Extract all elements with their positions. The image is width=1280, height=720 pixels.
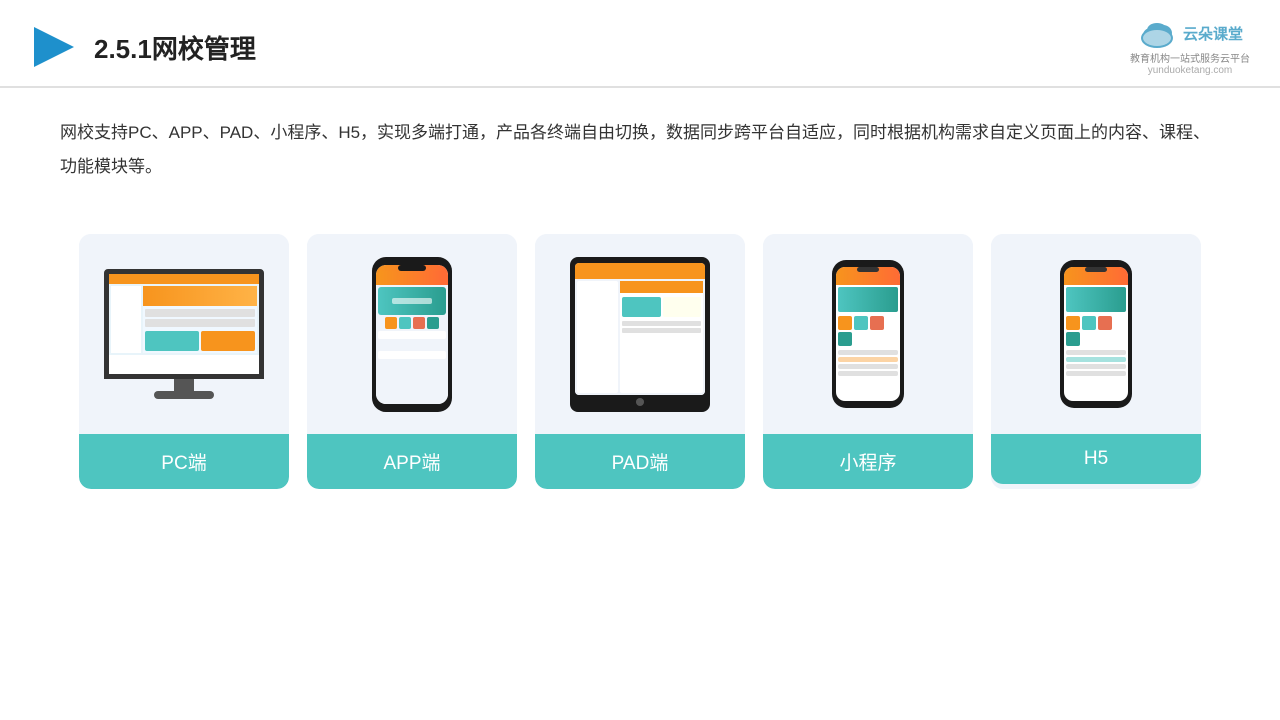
monitor-screen — [104, 269, 264, 379]
phone-body — [372, 257, 452, 412]
logo-name: 云朵课堂 — [1183, 23, 1243, 44]
page-header: 2.5.1网校管理 云朵课堂 教育机构一站式服务云平台 yunduoketang… — [0, 0, 1280, 88]
header-left: 2.5.1网校管理 — [30, 23, 256, 71]
miniprogram-image-area — [763, 234, 973, 434]
logo-tagline: 教育机构一站式服务云平台 — [1130, 50, 1250, 65]
mini-phone-device — [832, 260, 904, 408]
monitor-device — [104, 269, 264, 399]
miniprogram-label: 小程序 — [763, 434, 973, 489]
tablet-screen — [575, 263, 705, 396]
mini-phone-body — [832, 260, 904, 408]
h5-image-area — [991, 234, 1201, 434]
page-title: 2.5.1网校管理 — [94, 29, 256, 66]
play-icon — [30, 23, 78, 71]
phone-notch — [398, 265, 426, 271]
cloud-logo-icon — [1137, 18, 1177, 48]
mini-phone-notch — [857, 267, 879, 272]
app-label: APP端 — [307, 434, 517, 489]
logo-domain: yunduoketang.com — [1148, 65, 1233, 76]
pc-label: PC端 — [79, 434, 289, 489]
h5-phone-body — [1060, 260, 1132, 408]
description-text: 网校支持PC、APP、PAD、小程序、H5，实现多端打通，产品各终端自由切换，数… — [0, 88, 1280, 194]
pc-image-area — [79, 234, 289, 434]
h5-phone-device — [1060, 260, 1132, 408]
h5-label: H5 — [991, 434, 1201, 484]
h5-phone-screen — [1064, 267, 1128, 401]
phone-screen — [376, 265, 448, 404]
h5-card: H5 — [991, 234, 1201, 489]
cards-container: PC端 — [0, 204, 1280, 489]
description-content: 网校支持PC、APP、PAD、小程序、H5，实现多端打通，产品各终端自由切换，数… — [60, 123, 1210, 176]
pc-card: PC端 — [79, 234, 289, 489]
logo-cloud: 云朵课堂 — [1137, 18, 1243, 48]
app-image-area — [307, 234, 517, 434]
app-card: APP端 — [307, 234, 517, 489]
logo-area: 云朵课堂 教育机构一站式服务云平台 yunduoketang.com — [1130, 18, 1250, 76]
pad-card: PAD端 — [535, 234, 745, 489]
h5-phone-notch — [1085, 267, 1107, 272]
pad-image-area — [535, 234, 745, 434]
miniprogram-card: 小程序 — [763, 234, 973, 489]
phone-device — [372, 257, 452, 412]
tablet-device — [570, 257, 710, 412]
mini-phone-screen — [836, 267, 900, 401]
pad-label: PAD端 — [535, 434, 745, 489]
